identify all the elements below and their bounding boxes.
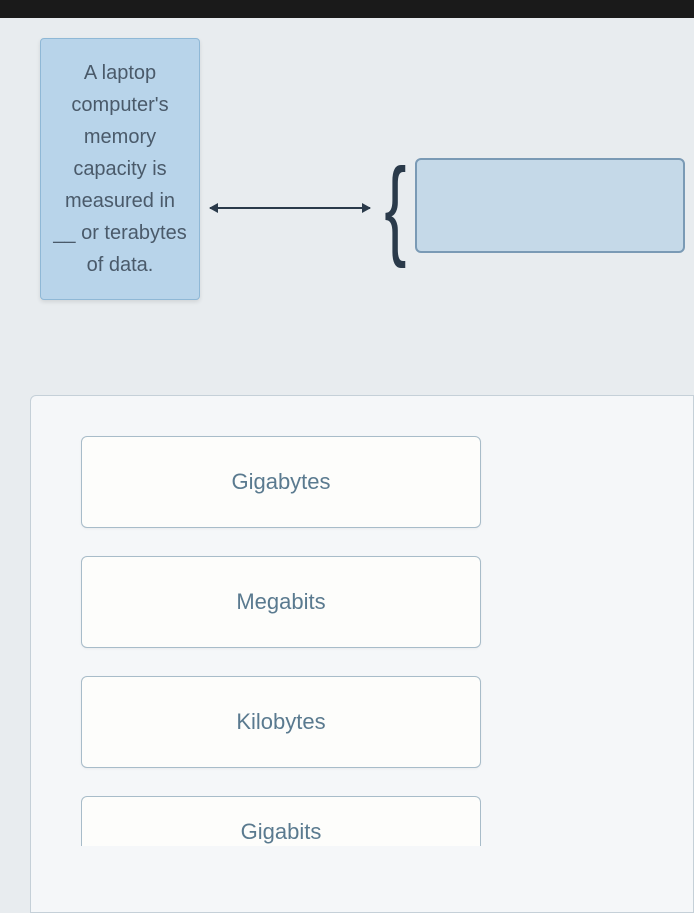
question-prompt-text: A laptop computer's memory capacity is m… [53, 62, 186, 276]
option-label: Kilobytes [236, 709, 325, 734]
answer-options-panel: Gigabytes Megabits Kilobytes Gigabits [30, 395, 694, 913]
connector-arrow [210, 193, 370, 223]
option-label: Gigabytes [231, 469, 330, 494]
option-label: Gigabits [241, 819, 322, 844]
question-area: A laptop computer's memory capacity is m… [0, 18, 694, 388]
option-megabits[interactable]: Megabits [81, 556, 481, 648]
option-gigabytes[interactable]: Gigabytes [81, 436, 481, 528]
arrow-line-icon [210, 207, 370, 209]
window-top-bar [0, 0, 694, 18]
option-gigabits[interactable]: Gigabits [81, 796, 481, 846]
option-kilobytes[interactable]: Kilobytes [81, 676, 481, 768]
curly-brace-icon: { [380, 148, 410, 268]
question-prompt-card: A laptop computer's memory capacity is m… [40, 38, 200, 300]
answer-drop-target[interactable] [415, 158, 685, 253]
option-label: Megabits [236, 589, 325, 614]
